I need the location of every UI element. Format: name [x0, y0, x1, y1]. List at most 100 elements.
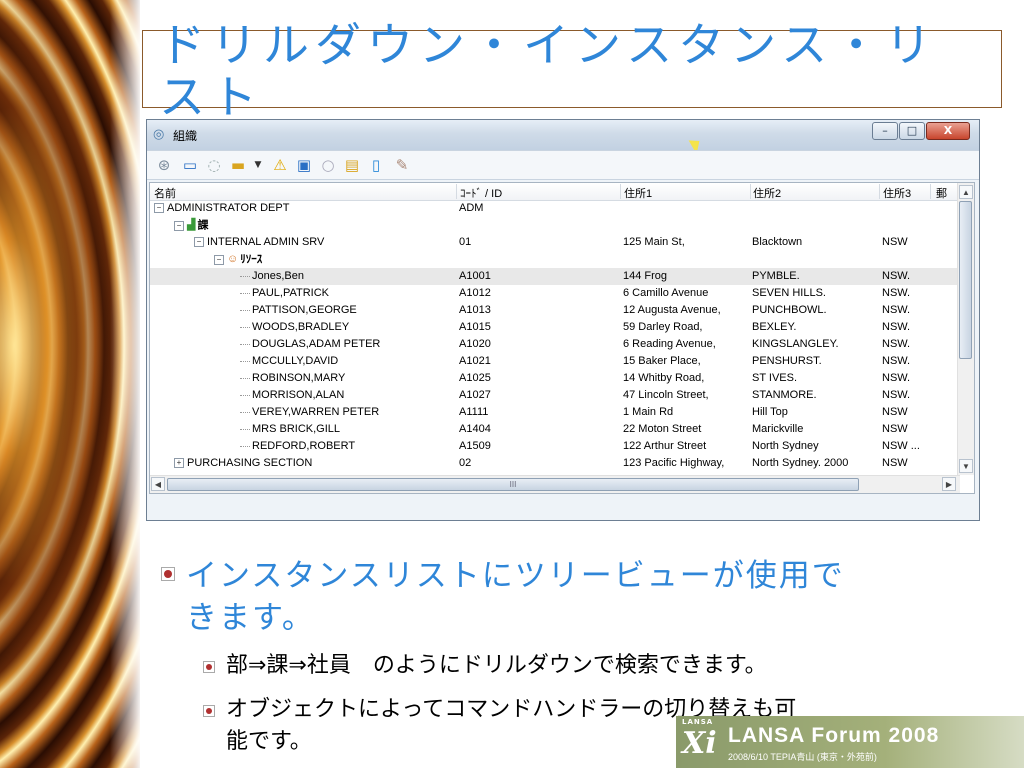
tree-row[interactable]: Jones,Ben A1001 144 Frog PYMBLE. NSW.	[150, 268, 960, 285]
address1-cell: 15 Baker Place,	[623, 355, 701, 367]
event-logo: LANSA Xi LANSA Forum 2008 2008/6/10 TEPI…	[676, 716, 1024, 768]
folder-icon[interactable]: ▬	[229, 156, 247, 174]
id-cell: A1020	[459, 338, 491, 350]
column-header-name[interactable]: 名前	[154, 185, 176, 201]
tree-row[interactable]: MORRISON,ALAN A1027 47 Lincoln Street, STAN…	[150, 387, 960, 404]
document-icon[interactable]: ▯	[367, 156, 385, 174]
scroll-down-arrow-icon[interactable]: ▼	[959, 459, 973, 473]
address3-cell: NSW.	[882, 372, 911, 384]
id-cell: A1027	[459, 389, 491, 401]
column-header-address3[interactable]: 住所3	[883, 185, 911, 201]
edit-icon[interactable]: ✎	[393, 156, 411, 174]
id-cell: A1001	[459, 270, 491, 282]
address3-cell: NSW.	[882, 321, 911, 333]
window-titlebar[interactable]: ◎ 組織 – □ X	[147, 120, 979, 155]
column-divider[interactable]	[750, 184, 751, 199]
address3-cell: NSW.	[882, 270, 911, 282]
id-cell: A1012	[459, 287, 491, 299]
address1-cell: 123 Pacific Highway,	[623, 457, 725, 469]
address1-cell: 122 Arthur Street	[623, 440, 707, 452]
window-icon[interactable]: ▭	[181, 156, 199, 174]
maximize-button[interactable]: □	[899, 122, 925, 140]
address2-cell: Hill Top	[752, 406, 788, 418]
collapse-toggle-icon[interactable]: −	[214, 254, 224, 265]
id-cell: A1025	[459, 372, 491, 384]
tree-connector	[240, 309, 250, 311]
column-divider[interactable]	[930, 184, 931, 199]
vertical-scroll-thumb[interactable]	[959, 201, 972, 359]
collapse-toggle-icon[interactable]: −	[194, 237, 204, 248]
tree-connector	[240, 428, 250, 430]
tree-row[interactable]: − ☺ ﾘｿｰｽ	[150, 251, 960, 268]
people-icon: ☺	[227, 253, 239, 265]
refresh-icon[interactable]: ◌	[205, 156, 223, 174]
collapse-toggle-icon[interactable]: −	[154, 203, 164, 214]
tree-row[interactable]: ROBINSON,MARY A1025 14 Whitby Road, ST IVES…	[150, 370, 960, 387]
tree-connector	[240, 377, 250, 379]
expand-toggle-icon[interactable]: +	[174, 458, 184, 469]
tree-row[interactable]: + PURCHASING SECTION 02 123 Pacific Highway…	[150, 455, 960, 472]
tree-row[interactable]: PATTISON,GEORGE A1013 12 Augusta Avenue, PU…	[150, 302, 960, 319]
tree-row[interactable]: − ADMINISTRATOR DEPT ADM	[150, 200, 960, 217]
tree-row[interactable]: − ▟ 課	[150, 217, 960, 234]
column-header-address1[interactable]: 住所1	[624, 185, 652, 201]
tree-row[interactable]: MCCULLY,DAVID A1021 15 Baker Place, PENSHUR…	[150, 353, 960, 370]
tree-row[interactable]: − INTERNAL ADMIN SRV 01 125 Main St, Blackto…	[150, 234, 960, 251]
id-cell: A1404	[459, 423, 491, 435]
tree-node-cell[interactable]: − ADMINISTRATOR DEPT	[150, 200, 454, 217]
address1-cell: 6 Camillo Avenue	[623, 287, 709, 299]
org-chart-icon: ▟	[187, 219, 196, 231]
tree-node-cell[interactable]: − INTERNAL ADMIN SRV	[150, 234, 494, 251]
tree-row[interactable]: WOODS,BRADLEY A1015 59 Darley Road, BEXLEY.…	[150, 319, 960, 336]
scroll-right-arrow-icon[interactable]: ▶	[942, 477, 956, 491]
address3-cell: NSW.	[882, 389, 911, 401]
node-name: MRS BRICK,GILL	[252, 423, 341, 435]
tree-row[interactable]: REDFORD,ROBERT A1509 122 Arthur Street Nort…	[150, 438, 960, 455]
tree-node-cell[interactable]: − ▟ 課	[150, 217, 474, 234]
loading-icon[interactable]: ○	[319, 156, 337, 174]
address3-cell: NSW.	[882, 304, 911, 316]
node-name: INTERNAL ADMIN SRV	[207, 236, 325, 248]
tree-row[interactable]: PAUL,PATRICK A1012 6 Camillo Avenue SEVEN H…	[150, 285, 960, 302]
node-name: MCCULLY,DAVID	[252, 355, 339, 367]
tree-node-cell[interactable]: − ☺ ﾘｿｰｽ	[150, 251, 514, 268]
column-divider[interactable]	[879, 184, 880, 199]
id-cell: A1015	[459, 321, 491, 333]
panel-icon[interactable]: ▣	[295, 156, 313, 174]
column-header-address2[interactable]: 住所2	[753, 185, 781, 201]
column-header-postcode[interactable]: 郵	[936, 185, 947, 201]
vertical-scrollbar[interactable]: ▲ ▼	[957, 183, 974, 475]
address2-cell: STANMORE.	[752, 389, 817, 401]
app-icon: ◎	[153, 127, 165, 142]
collapse-toggle-icon[interactable]: −	[174, 220, 184, 231]
close-button[interactable]: X	[926, 122, 970, 140]
instance-list-tree[interactable]: 名前 ｺｰﾄﾞ / ID 住所1 住所2 住所3 郵 − ADMINISTRATO…	[149, 182, 975, 494]
settings-icon[interactable]: ⊛	[155, 156, 173, 174]
address1-cell: 22 Moton Street	[623, 423, 702, 435]
minimize-button[interactable]: –	[872, 122, 898, 140]
tree-node-cell[interactable]: + PURCHASING SECTION	[150, 455, 474, 472]
warning-icon[interactable]: ⚠	[271, 156, 289, 174]
address1-cell: 14 Whitby Road,	[623, 372, 705, 384]
tree-row[interactable]: MRS BRICK,GILL A1404 22 Moton Street Marick…	[150, 421, 960, 438]
tree-row[interactable]: DOUGLAS,ADAM PETER A1020 6 Reading Avenue,…	[150, 336, 960, 353]
column-divider[interactable]	[620, 184, 621, 199]
dropdown-arrow-icon[interactable]: ▼	[249, 156, 267, 174]
scroll-left-arrow-icon[interactable]: ◀	[151, 477, 165, 491]
clipboard-icon[interactable]: ▤	[343, 156, 361, 174]
address2-cell: PYMBLE.	[752, 270, 800, 282]
tree-connector	[240, 394, 250, 396]
node-name: PATTISON,GEORGE	[252, 304, 357, 316]
sub-bullet-icon	[203, 661, 215, 673]
main-bullet-line1: インスタンスリストにツリービューが使用で	[186, 558, 845, 594]
tree-row[interactable]: VEREY,WARREN PETER A1111 1 Main Rd Hill Top…	[150, 404, 960, 421]
column-header-id[interactable]: ｺｰﾄﾞ / ID	[460, 185, 502, 201]
horizontal-scrollbar[interactable]: ◀ III ▶	[150, 475, 960, 493]
horizontal-scroll-thumb[interactable]: III	[167, 478, 859, 491]
id-cell: A1509	[459, 440, 491, 452]
column-divider[interactable]	[456, 184, 457, 199]
sub-bullet-1: 部⇒課⇒社員 のようにドリルダウンで検索できます。	[226, 653, 767, 678]
bullet-icon	[161, 567, 175, 581]
scroll-up-arrow-icon[interactable]: ▲	[959, 185, 973, 199]
address1-cell: 12 Augusta Avenue,	[623, 304, 721, 316]
